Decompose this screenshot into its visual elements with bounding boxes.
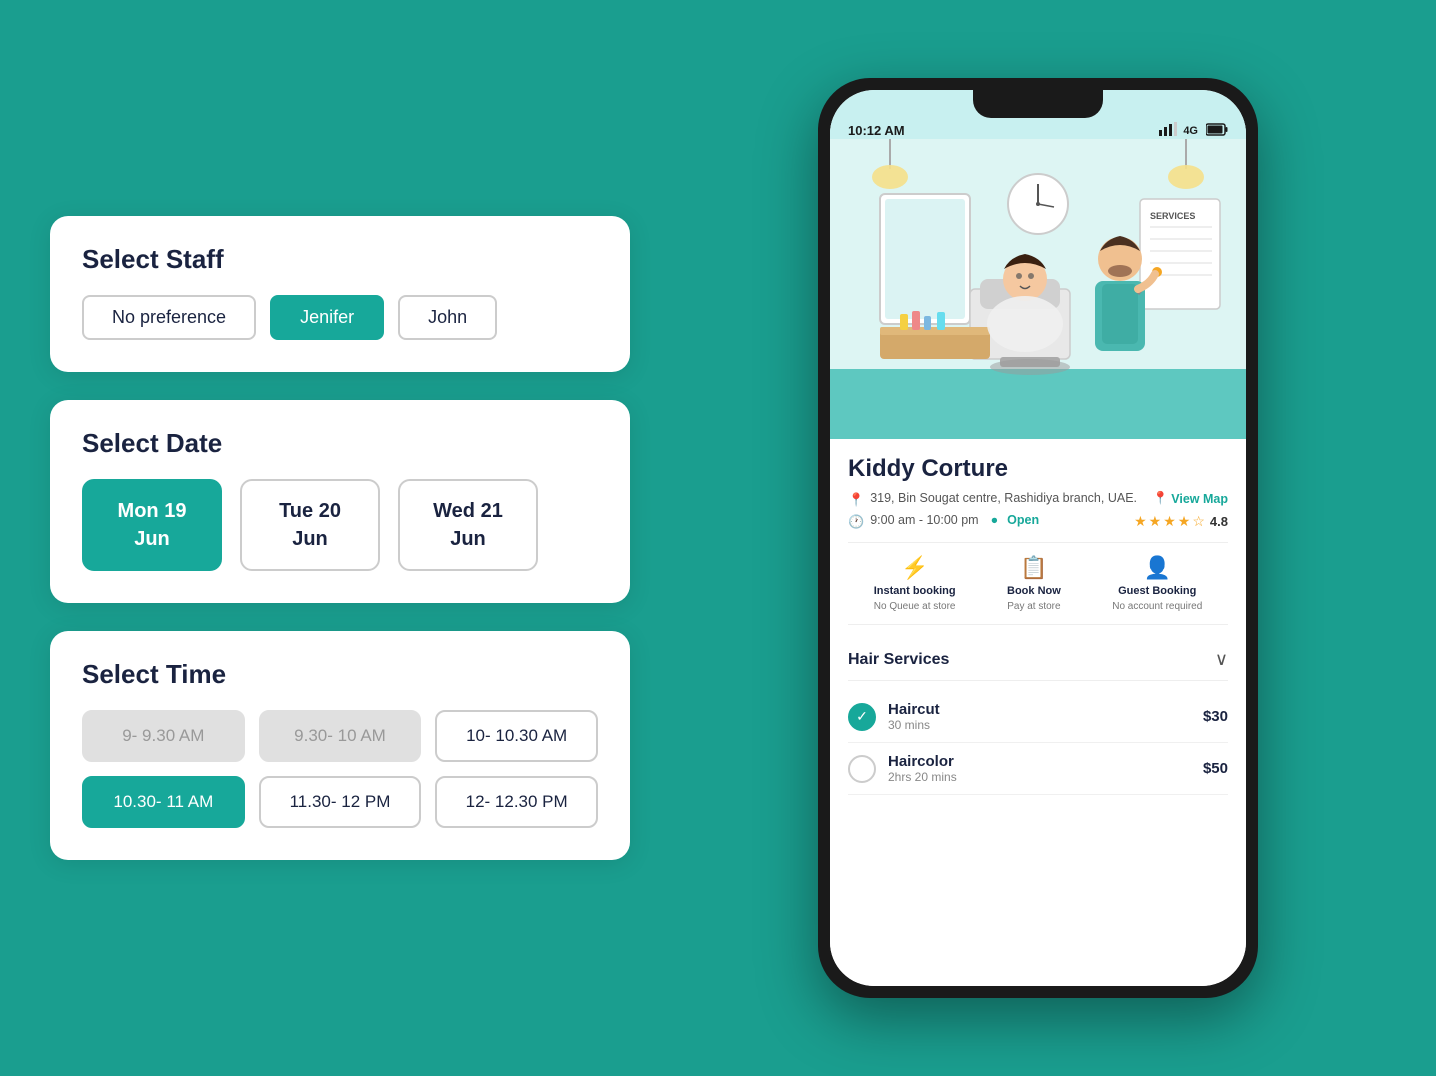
date-btn-wed[interactable]: Wed 21 Jun	[398, 479, 538, 571]
time-btn-4[interactable]: 11.30- 12 PM	[259, 776, 422, 828]
staff-btn-no-preference[interactable]: No preference	[82, 295, 256, 340]
booknow-sub: Pay at store	[1007, 601, 1060, 612]
service-item-haircolor[interactable]: Haircolor 2hrs 20 mins $50	[848, 743, 1228, 795]
staff-title: Select Staff	[82, 244, 598, 275]
phone-content[interactable]: Kiddy Corture 📍 319, Bin Sougat centre, …	[830, 439, 1246, 986]
date-line1: Mon 19	[118, 500, 187, 522]
open-status: Open	[1007, 513, 1039, 527]
right-panel: 10:12 AM 4G	[680, 48, 1436, 1028]
guest-sub: No account required	[1112, 601, 1202, 612]
shop-name: Kiddy Corture	[848, 455, 1228, 483]
view-map-btn[interactable]: 📍 View Map	[1153, 491, 1228, 506]
date-buttons: Mon 19 Jun Tue 20 Jun Wed 21 Jun	[82, 479, 598, 571]
star-half: ☆	[1192, 513, 1205, 530]
hero-area: SERVICES	[830, 139, 1246, 439]
stars-row: ★ ★ ★ ★ ☆ 4.8	[1134, 513, 1228, 530]
hours-row: 🕐 9:00 am - 10:00 pm ● Open ★ ★ ★ ★ ☆ 4.…	[848, 513, 1228, 530]
shop-address: 319, Bin Sougat centre, Rashidiya branch…	[870, 491, 1137, 505]
guest-icon: 👤	[1144, 555, 1171, 581]
service-name-haircolor: Haircolor	[888, 753, 1191, 770]
star-2: ★	[1149, 513, 1162, 530]
svg-text:SERVICES: SERVICES	[1150, 211, 1195, 221]
booknow-icon: 📋	[1020, 555, 1047, 581]
star-1: ★	[1134, 513, 1147, 530]
time-btn-3[interactable]: 10.30- 11 AM	[82, 776, 245, 828]
phone-outer: 10:12 AM 4G	[818, 78, 1258, 998]
signal-icon	[1159, 122, 1177, 139]
time-btn-5[interactable]: 12- 12.30 PM	[435, 776, 598, 828]
hero-svg: SERVICES	[830, 139, 1246, 439]
date-title: Select Date	[82, 428, 598, 459]
service-info-haircut: Haircut 30 mins	[888, 701, 1191, 732]
battery-icon	[1206, 123, 1228, 139]
instant-sub: No Queue at store	[874, 601, 956, 612]
rating-number: 4.8	[1210, 514, 1228, 529]
feature-booknow: 📋 Book Now Pay at store	[1007, 555, 1061, 612]
phone-mockup: 10:12 AM 4G	[818, 78, 1258, 998]
service-check-haircut[interactable]: ✓	[848, 703, 876, 731]
guest-label: Guest Booking	[1118, 585, 1196, 597]
service-duration-haircolor: 2hrs 20 mins	[888, 770, 1191, 784]
star-4: ★	[1178, 513, 1191, 530]
staff-card: Select Staff No preference Jenifer John	[50, 216, 630, 372]
date-card: Select Date Mon 19 Jun Tue 20 Jun Wed 21…	[50, 400, 630, 603]
map-icon: 📍	[1153, 491, 1169, 506]
booknow-label: Book Now	[1007, 585, 1061, 597]
address-row: 📍 319, Bin Sougat centre, Rashidiya bran…	[848, 491, 1228, 508]
left-panel: Select Staff No preference Jenifer John …	[0, 156, 680, 920]
time-btn-1[interactable]: 9.30- 10 AM	[259, 710, 422, 762]
staff-btn-jenifer[interactable]: Jenifer	[270, 295, 384, 340]
open-badge: ●	[991, 513, 999, 527]
service-info-haircolor: Haircolor 2hrs 20 mins	[888, 753, 1191, 784]
service-duration-haircut: 30 mins	[888, 718, 1191, 732]
star-3: ★	[1163, 513, 1176, 530]
date-line2: Jun	[292, 528, 328, 550]
services-section-header[interactable]: Hair Services ∨	[848, 639, 1228, 681]
feature-badges: ⚡ Instant booking No Queue at store 📋 Bo…	[848, 542, 1228, 625]
time-title: Select Time	[82, 659, 598, 690]
feature-instant: ⚡ Instant booking No Queue at store	[874, 555, 956, 612]
date-line1: Wed 21	[433, 500, 503, 522]
chevron-down-icon[interactable]: ∨	[1215, 649, 1228, 670]
staff-btn-john[interactable]: John	[398, 295, 497, 340]
service-check-haircolor[interactable]	[848, 755, 876, 783]
feature-guest: 👤 Guest Booking No account required	[1112, 555, 1202, 612]
service-price-haircut: $30	[1203, 708, 1228, 725]
phone-inner: 10:12 AM 4G	[830, 90, 1246, 986]
shop-hours: 9:00 am - 10:00 pm	[870, 513, 978, 527]
clock-icon: 🕐	[848, 514, 864, 530]
status-time: 10:12 AM	[848, 123, 905, 138]
date-line2: Jun	[450, 528, 486, 550]
time-btn-0[interactable]: 9- 9.30 AM	[82, 710, 245, 762]
service-price-haircolor: $50	[1203, 760, 1228, 777]
shop-meta: 📍 319, Bin Sougat centre, Rashidiya bran…	[848, 491, 1228, 530]
date-btn-mon[interactable]: Mon 19 Jun	[82, 479, 222, 571]
phone-notch	[973, 90, 1103, 118]
service-item-haircut[interactable]: ✓ Haircut 30 mins $30	[848, 691, 1228, 743]
network-label: 4G	[1183, 125, 1198, 137]
location-icon: 📍	[848, 492, 864, 508]
staff-buttons: No preference Jenifer John	[82, 295, 598, 340]
date-btn-tue[interactable]: Tue 20 Jun	[240, 479, 380, 571]
time-card: Select Time 9- 9.30 AM 9.30- 10 AM 10- 1…	[50, 631, 630, 860]
instant-label: Instant booking	[874, 585, 956, 597]
time-btn-2[interactable]: 10- 10.30 AM	[435, 710, 598, 762]
date-line1: Tue 20	[279, 500, 341, 522]
time-buttons: 9- 9.30 AM 9.30- 10 AM 10- 10.30 AM 10.3…	[82, 710, 598, 828]
instant-icon: ⚡	[901, 555, 928, 581]
services-title: Hair Services	[848, 651, 949, 669]
date-line2: Jun	[134, 528, 170, 550]
status-icons: 4G	[1159, 122, 1228, 139]
service-name-haircut: Haircut	[888, 701, 1191, 718]
